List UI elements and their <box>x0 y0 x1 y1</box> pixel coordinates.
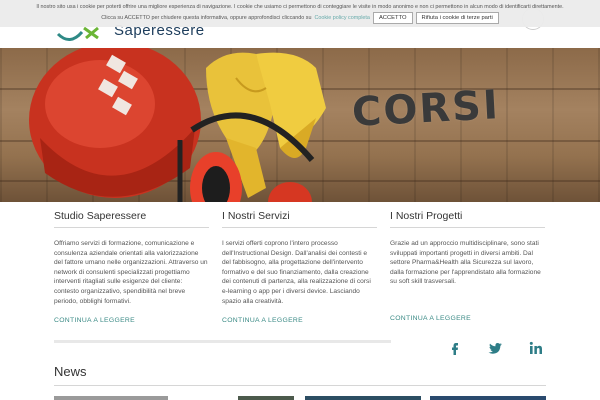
cookie-policy-link[interactable]: Cookie policy completa <box>315 14 370 22</box>
read-more-link-progetti[interactable]: CONTINUA A LEGGERE <box>390 315 471 322</box>
read-more-link-servizi[interactable]: CONTINUA A LEGGERE <box>222 317 303 324</box>
cookie-accept-button[interactable]: ACCETTO <box>372 12 413 24</box>
column-progetti: I Nostri Progetti Grazie ad un approccio… <box>390 210 545 287</box>
column-text: Grazie ad un approccio multidisciplinare… <box>390 240 541 286</box>
column-studio: Studio Saperessere Offriamo servizi di f… <box>54 210 209 306</box>
news-thumbnail[interactable] <box>54 396 168 400</box>
cookie-bar: Il nostro sito usa i cookie per poterti … <box>0 0 600 27</box>
cookie-notice-text: Il nostro sito usa i cookie per poterti … <box>36 4 564 10</box>
news-thumbnail[interactable] <box>430 396 546 400</box>
ear-protectors-icon <box>177 112 315 202</box>
cookie-refuse-button[interactable]: Rifiuta i cookie di terze parti <box>415 12 499 24</box>
news-thumbnail[interactable] <box>305 396 421 400</box>
column-text: I servizi offerti coprono l'intero proce… <box>222 240 371 305</box>
hero-banner: CORSI <box>0 48 600 202</box>
column-title: I Nostri Progetti <box>390 210 545 228</box>
twitter-icon[interactable] <box>487 340 503 356</box>
column-title: I Nostri Servizi <box>222 210 377 228</box>
read-more-link-studio[interactable]: CONTINUA A LEGGERE <box>54 317 135 324</box>
cookie-instruction-text: Clicca su ACCETTO per chiudere questa in… <box>101 15 312 21</box>
facebook-icon[interactable] <box>447 340 463 356</box>
column-servizi: I Nostri Servizi I servizi offerti copro… <box>222 210 377 306</box>
news-thumbnail[interactable] <box>238 396 294 400</box>
news-divider <box>54 385 546 386</box>
column-title: Studio Saperessere <box>54 210 209 228</box>
linkedin-icon[interactable] <box>528 340 544 356</box>
news-heading: News <box>54 364 87 379</box>
column-text: Offriamo servizi di formazione, comunica… <box>54 240 208 305</box>
section-divider <box>54 340 391 343</box>
hero-title: CORSI <box>350 82 501 136</box>
